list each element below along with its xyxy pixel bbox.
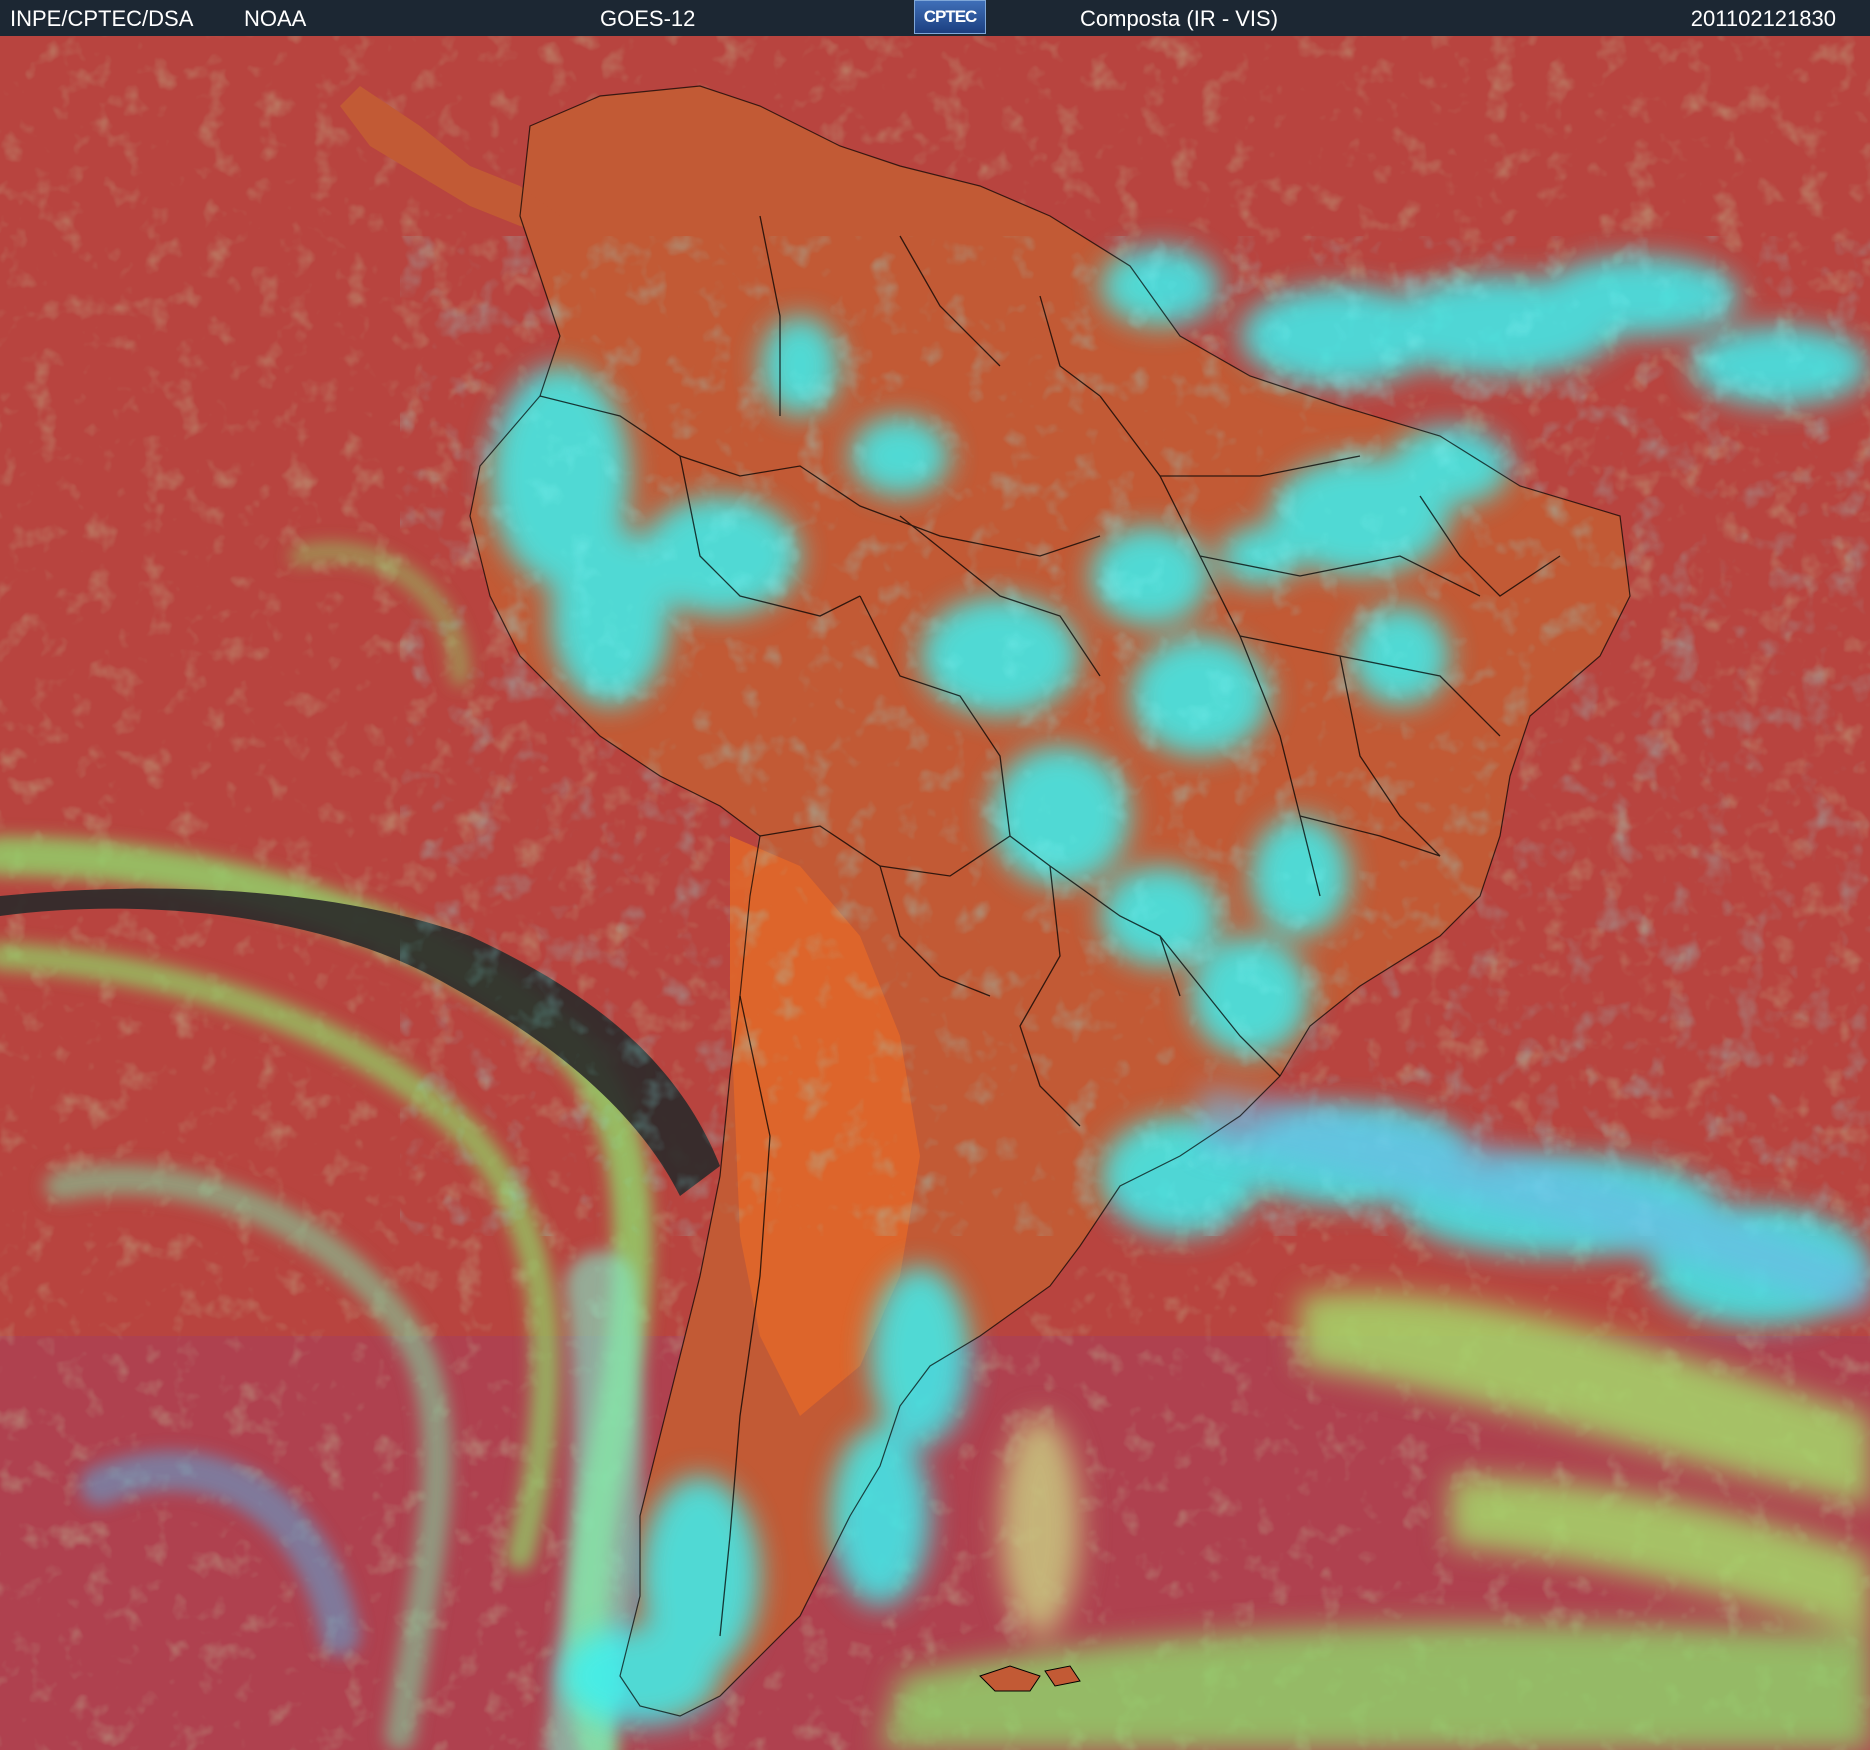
- product-label: Composta (IR - VIS): [1080, 6, 1279, 31]
- cptec-logo: CPTEC: [914, 0, 986, 34]
- satellite-composite-image: [0, 36, 1870, 1750]
- timestamp-label: 201102121830: [1690, 6, 1836, 31]
- cloud-texture: [400, 236, 1870, 1236]
- source-label: INPE/CPTEC/DSA: [10, 6, 194, 31]
- satellite-label: GOES-12: [600, 6, 696, 31]
- image-header: INPE/CPTEC/DSA NOAA GOES-12 CPTEC Compos…: [0, 0, 1870, 36]
- agency-label: NOAA: [244, 6, 307, 31]
